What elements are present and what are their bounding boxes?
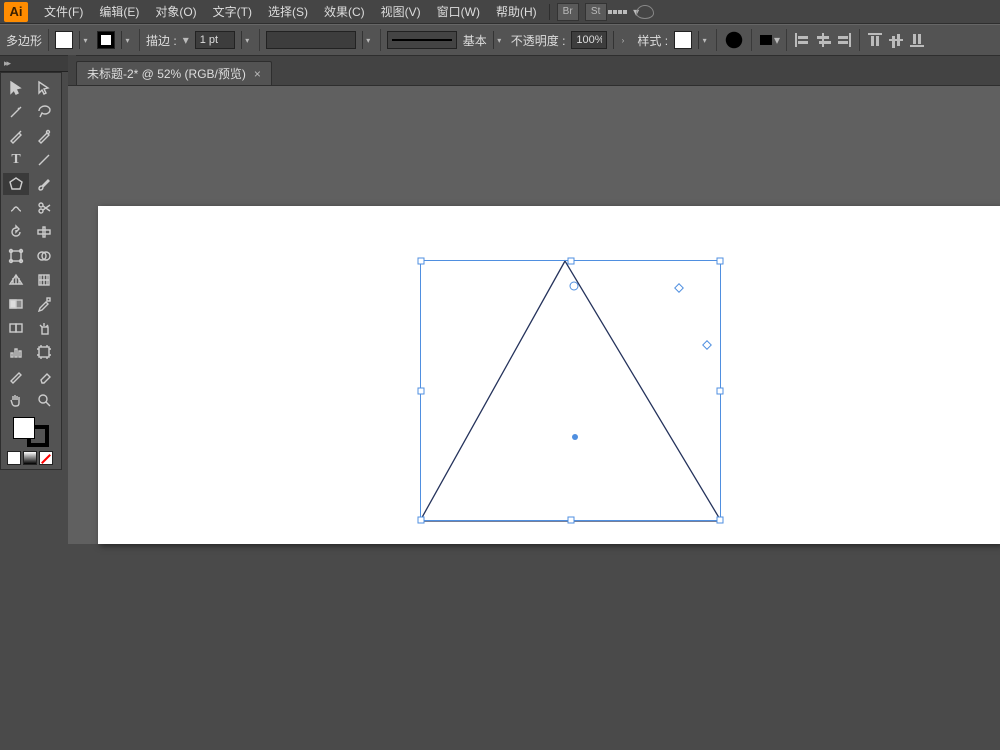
artboard-tool[interactable] [31, 341, 57, 363]
menu-select[interactable]: 选择(S) [260, 0, 316, 24]
align-vcenter-icon[interactable] [888, 31, 904, 49]
menu-file[interactable]: 文件(F) [36, 0, 91, 24]
hand-tool[interactable] [3, 389, 29, 411]
fill-stroke-indicator[interactable] [11, 415, 51, 449]
brush-dropdown[interactable]: ▾ [493, 31, 505, 49]
menu-object[interactable]: 对象(O) [147, 0, 204, 24]
menubar: Ai 文件(F) 编辑(E) 对象(O) 文字(T) 选择(S) 效果(C) 视… [0, 0, 1000, 24]
curvature-tool[interactable] [31, 125, 57, 147]
stroke-dropdown[interactable]: ▾ [121, 31, 133, 49]
selection-center-point[interactable] [572, 434, 578, 440]
menu-help[interactable]: 帮助(H) [488, 0, 545, 24]
align-top-icon[interactable] [867, 31, 883, 49]
align-right-icon[interactable] [835, 32, 853, 48]
blend-tool[interactable] [3, 317, 29, 339]
menu-window[interactable]: 窗口(W) [429, 0, 488, 24]
opacity-input[interactable] [571, 31, 607, 49]
close-tab-icon[interactable]: × [254, 67, 261, 81]
magic-wand-tool[interactable] [3, 101, 29, 123]
column-graph-tool[interactable] [3, 341, 29, 363]
options-bar: 多边形 ▾ ▾ 描边 : ▾ ▾ ▾ 基本 ▾ 不透明度 : › 样式 : ▾ … [0, 24, 1000, 56]
bbox-handle-se[interactable] [717, 517, 724, 524]
bbox-handle-n[interactable] [567, 258, 574, 265]
color-mode-icon[interactable] [7, 451, 21, 465]
type-tool[interactable]: T [3, 149, 29, 171]
brush-definition[interactable] [387, 31, 457, 49]
live-corner-handle-right[interactable] [702, 340, 712, 350]
style-swatch[interactable] [674, 31, 692, 49]
free-transform-tool[interactable] [3, 245, 29, 267]
menu-edit[interactable]: 编辑(E) [91, 0, 147, 24]
fill-dropdown[interactable]: ▾ [79, 31, 91, 49]
rotation-indicator-icon[interactable] [570, 282, 579, 291]
stroke-weight-dropdown[interactable]: ▾ [241, 31, 253, 49]
arrange-docs-button[interactable]: ▾ [610, 1, 632, 23]
bbox-handle-w[interactable] [418, 387, 425, 394]
align-bottom-icon[interactable] [909, 31, 925, 49]
scissors-tool[interactable] [31, 197, 57, 219]
selection-tool[interactable] [3, 77, 29, 99]
shaper-tool[interactable] [3, 197, 29, 219]
document-tab[interactable]: 未标题-2* @ 52% (RGB/预览) × [76, 61, 272, 85]
zoom-tool[interactable] [31, 389, 57, 411]
bbox-handle-nw[interactable] [418, 258, 425, 265]
fill-swatch[interactable] [55, 31, 73, 49]
none-mode-icon[interactable] [39, 451, 53, 465]
bridge-button[interactable]: Br [557, 3, 579, 21]
menu-separator [549, 4, 550, 20]
slice-tool[interactable] [3, 365, 29, 387]
variable-width-profile[interactable] [266, 31, 356, 49]
gradient-mode-icon[interactable] [23, 451, 37, 465]
brush-label: 基本 [463, 32, 487, 49]
opacity-dropdown[interactable]: › [613, 31, 631, 49]
pen-tool[interactable] [3, 125, 29, 147]
fill-color-indicator[interactable] [13, 417, 35, 439]
menu-type[interactable]: 文字(T) [205, 0, 260, 24]
stroke-stepper-down[interactable]: ▾ [183, 33, 189, 47]
stroke-weight-input[interactable] [195, 31, 235, 49]
stroke-weight-label: 描边 : [146, 32, 177, 49]
document-tabbar: 未标题-2* @ 52% (RGB/预览) × [68, 56, 1000, 86]
style-dropdown[interactable]: ▾ [698, 31, 710, 49]
panel-dock-toggle[interactable] [0, 56, 68, 72]
stroke-swatch[interactable] [97, 31, 115, 49]
document-area[interactable] [68, 86, 1000, 544]
width-tool[interactable] [31, 221, 57, 243]
direct-selection-tool[interactable] [31, 77, 57, 99]
eraser-tool[interactable] [31, 365, 57, 387]
variable-width-dropdown[interactable]: ▾ [362, 31, 374, 49]
menu-view[interactable]: 视图(V) [373, 0, 429, 24]
sync-settings-icon[interactable] [632, 1, 654, 23]
bbox-handle-sw[interactable] [418, 517, 425, 524]
eyedropper-tool[interactable] [31, 293, 57, 315]
align-hcenter-icon[interactable] [814, 32, 832, 48]
rotate-tool[interactable] [3, 221, 29, 243]
active-tool-label: 多边形 [6, 32, 42, 49]
live-corner-handle-top[interactable] [674, 283, 684, 293]
bbox-handle-e[interactable] [717, 387, 724, 394]
app-logo: Ai [4, 2, 28, 22]
line-segment-tool[interactable] [31, 149, 57, 171]
toolbox: T [0, 72, 62, 470]
menu-effect[interactable]: 效果(C) [316, 0, 373, 24]
symbol-sprayer-tool[interactable] [31, 317, 57, 339]
align-left-icon[interactable] [793, 32, 811, 48]
lasso-tool[interactable] [31, 101, 57, 123]
mesh-tool[interactable] [31, 269, 57, 291]
bbox-handle-ne[interactable] [717, 258, 724, 265]
gradient-tool[interactable] [3, 293, 29, 315]
selection-bounding-box [420, 260, 721, 521]
polygon-tool[interactable] [3, 173, 29, 195]
paintbrush-tool[interactable] [31, 173, 57, 195]
style-label: 样式 : [637, 32, 668, 49]
align-to-button[interactable]: ▾ [758, 29, 780, 51]
bbox-handle-s[interactable] [567, 517, 574, 524]
stock-button[interactable]: St [585, 3, 607, 21]
recolor-artwork-icon[interactable] [723, 29, 745, 51]
document-tab-title: 未标题-2* @ 52% (RGB/预览) [87, 65, 246, 82]
shape-builder-tool[interactable] [31, 245, 57, 267]
perspective-grid-tool[interactable] [3, 269, 29, 291]
opacity-label: 不透明度 : [511, 32, 566, 49]
